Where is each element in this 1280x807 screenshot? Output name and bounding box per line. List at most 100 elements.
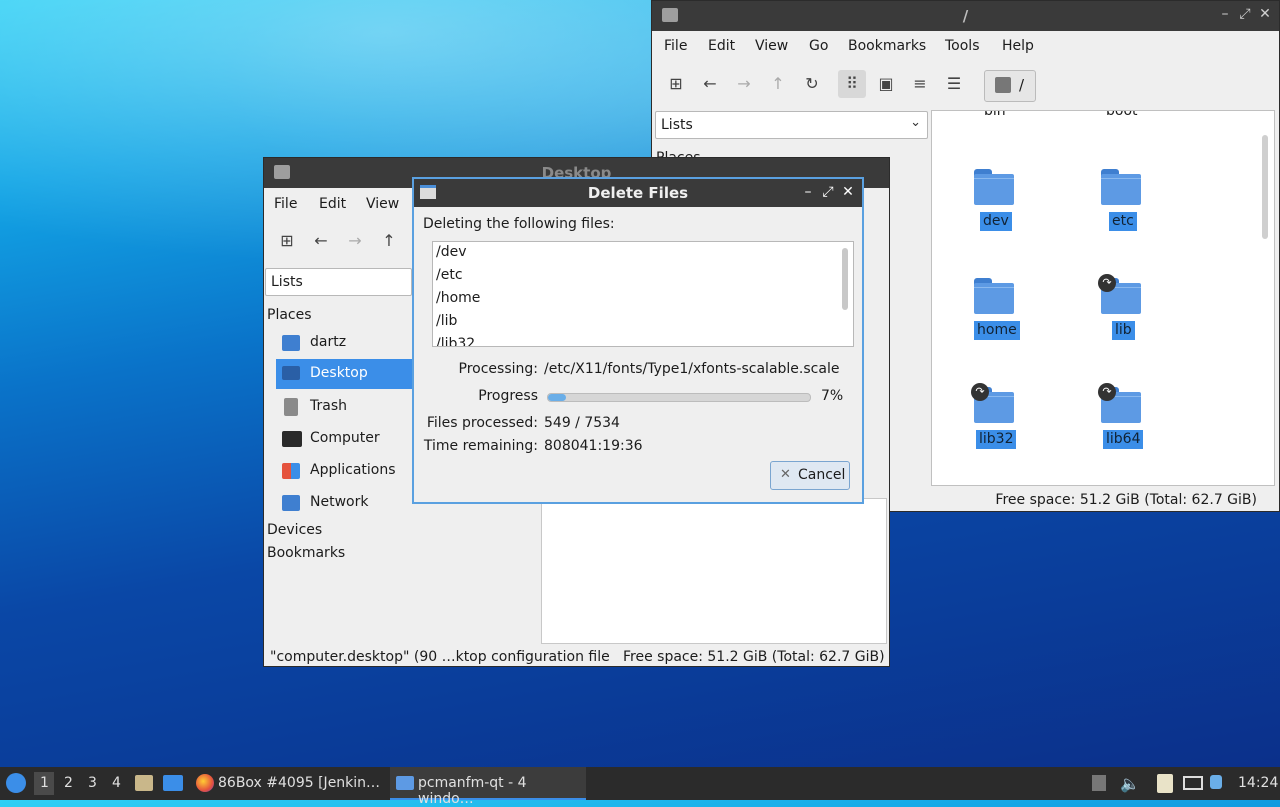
sidebar-item-desktop[interactable]: Desktop (276, 359, 412, 389)
scrollbar[interactable] (842, 248, 848, 310)
dialog-heading: Deleting the following files: (423, 216, 615, 232)
sidebar-item-dartz[interactable]: dartz (276, 328, 412, 358)
volume-icon[interactable]: 🔈 (1120, 774, 1140, 793)
folder-symlink-icon[interactable]: ↷ (971, 383, 1014, 423)
menu-edit[interactable]: Edit (319, 196, 346, 212)
file-label-dev[interactable]: dev (980, 212, 1012, 231)
file-label-lib[interactable]: lib (1112, 321, 1135, 340)
workspace-4[interactable]: 4 (112, 775, 121, 791)
side-pane-mode-select[interactable]: Lists (265, 268, 412, 296)
back-icon[interactable]: ← (696, 70, 724, 98)
devices-heading[interactable]: Devices (267, 522, 322, 538)
task-pcmanfm[interactable]: pcmanfm-qt - 4 windo… (390, 767, 586, 807)
sidebar-item-computer[interactable]: Computer (276, 424, 412, 454)
new-tab-icon[interactable]: ⊞ (662, 70, 690, 98)
clock[interactable]: 14:24 (1238, 775, 1278, 791)
menu-file[interactable]: File (664, 38, 687, 54)
minimize-icon[interactable]: – (1217, 6, 1233, 22)
network-icon (282, 495, 300, 511)
reload-icon[interactable]: ↻ (798, 70, 826, 98)
compact-view-icon[interactable]: ≡ (906, 70, 934, 98)
detailed-list-icon[interactable]: ☰ (940, 70, 968, 98)
time-remaining-value: 808041:19:36 (544, 438, 643, 454)
side-pane-mode-select[interactable]: Lists ⌄ (655, 111, 928, 139)
file-manager-launcher-icon[interactable] (135, 775, 153, 791)
network-icon[interactable] (1183, 776, 1203, 790)
places-heading: Places (267, 307, 312, 323)
menu-tools[interactable]: Tools (945, 38, 980, 54)
sidebar-item-label: Network (310, 494, 369, 510)
forward-icon[interactable]: → (730, 70, 758, 98)
home-folder-icon (282, 335, 300, 351)
folder-symlink-icon[interactable]: ↷ (1098, 274, 1141, 314)
processing-value: /etc/X11/fonts/Type1/xfonts-scalable.sca… (544, 361, 840, 377)
close-icon[interactable]: ✕ (1257, 6, 1273, 22)
show-desktop-icon[interactable] (163, 775, 183, 791)
close-icon: ✕ (780, 467, 791, 482)
cancel-label: Cancel (798, 467, 846, 483)
desktop-icon (282, 366, 300, 380)
icon-view-icon[interactable]: ⠿ (838, 70, 866, 98)
processing-label: Processing: (458, 361, 538, 377)
scrollbar[interactable] (1262, 135, 1268, 239)
sidebar-item-label: Computer (310, 430, 380, 446)
sidebar-item-applications[interactable]: Applications (276, 456, 412, 486)
delete-files-dialog: Delete Files – ⤢ ✕ Deleting the followin… (412, 177, 864, 504)
sidebar-item-trash[interactable]: Trash (276, 392, 412, 422)
window-title: / (962, 7, 969, 25)
menu-file[interactable]: File (274, 196, 297, 212)
menu-view[interactable]: View (755, 38, 788, 54)
menu-bookmarks[interactable]: Bookmarks (848, 38, 926, 54)
folder-icon[interactable] (974, 169, 1014, 205)
new-tab-icon[interactable]: ⊞ (273, 227, 301, 255)
close-icon[interactable]: ✕ (840, 184, 856, 200)
progress-percent: 7% (821, 388, 844, 404)
menu-help[interactable]: Help (1002, 38, 1034, 54)
up-icon[interactable]: ↑ (375, 227, 403, 255)
maximize-icon[interactable]: ⤢ (820, 184, 836, 200)
status-selected-file: "computer.desktop" (90 …ktop configurati… (270, 649, 610, 665)
workspace-3[interactable]: 3 (88, 775, 97, 791)
folder-icon[interactable] (1101, 169, 1141, 205)
dialog-titlebar[interactable]: Delete Files – ⤢ ✕ (414, 179, 862, 207)
file-label-etc[interactable]: etc (1109, 212, 1137, 231)
start-menu-icon[interactable] (6, 773, 26, 793)
up-icon[interactable]: ↑ (764, 70, 792, 98)
folder-icon[interactable] (974, 278, 1014, 314)
forward-icon[interactable]: → (341, 227, 369, 255)
bookmarks-heading[interactable]: Bookmarks (267, 545, 345, 561)
clipboard-icon[interactable] (1157, 774, 1173, 793)
progress-fill (548, 394, 567, 401)
titlebar[interactable]: / – ⤢ ✕ (652, 1, 1279, 31)
progress-bar (547, 393, 811, 402)
menu-edit[interactable]: Edit (708, 38, 735, 54)
minimize-icon[interactable]: – (800, 184, 816, 200)
sidebar-item-label: Trash (310, 398, 347, 414)
back-icon[interactable]: ← (307, 227, 335, 255)
file-view: bin boot dev etc home ↷ lib ↷ lib32 ↷ li… (931, 110, 1275, 486)
file-label-home[interactable]: home (974, 321, 1020, 340)
sidebar-item-label: dartz (310, 334, 347, 350)
path-label: / (1019, 76, 1025, 94)
menu-go[interactable]: Go (809, 38, 828, 54)
side-pane-mode-value: Lists (271, 274, 303, 290)
sidebar-item-label: Desktop (310, 365, 368, 381)
workspace-1-label: 1 (40, 775, 49, 791)
root-drive-icon (995, 77, 1011, 93)
path-bar[interactable]: / (984, 70, 1036, 102)
status-free-space: Free space: 51.2 GiB (Total: 62.7 GiB) (995, 492, 1257, 508)
workspace-2[interactable]: 2 (64, 775, 73, 791)
cancel-button[interactable]: ✕ Cancel (770, 461, 850, 490)
maximize-icon[interactable]: ⤢ (1237, 6, 1253, 22)
menu-view[interactable]: View (366, 196, 399, 212)
file-label-lib32[interactable]: lib32 (976, 430, 1017, 449)
notification-icon[interactable] (1210, 775, 1222, 789)
file-list[interactable]: /dev /etc /home /lib /lib32 (432, 241, 854, 347)
tray-up-icon[interactable] (1092, 775, 1106, 791)
folder-symlink-icon[interactable]: ↷ (1098, 383, 1141, 423)
thumbnail-view-icon[interactable]: ▣ (872, 70, 900, 98)
file-label-lib64[interactable]: lib64 (1103, 430, 1144, 449)
task-label: pcmanfm-qt - 4 windo… (418, 775, 527, 807)
task-firefox[interactable]: 86Box #4095 [Jenkin… (192, 767, 384, 800)
sidebar-item-network[interactable]: Network (276, 488, 412, 518)
